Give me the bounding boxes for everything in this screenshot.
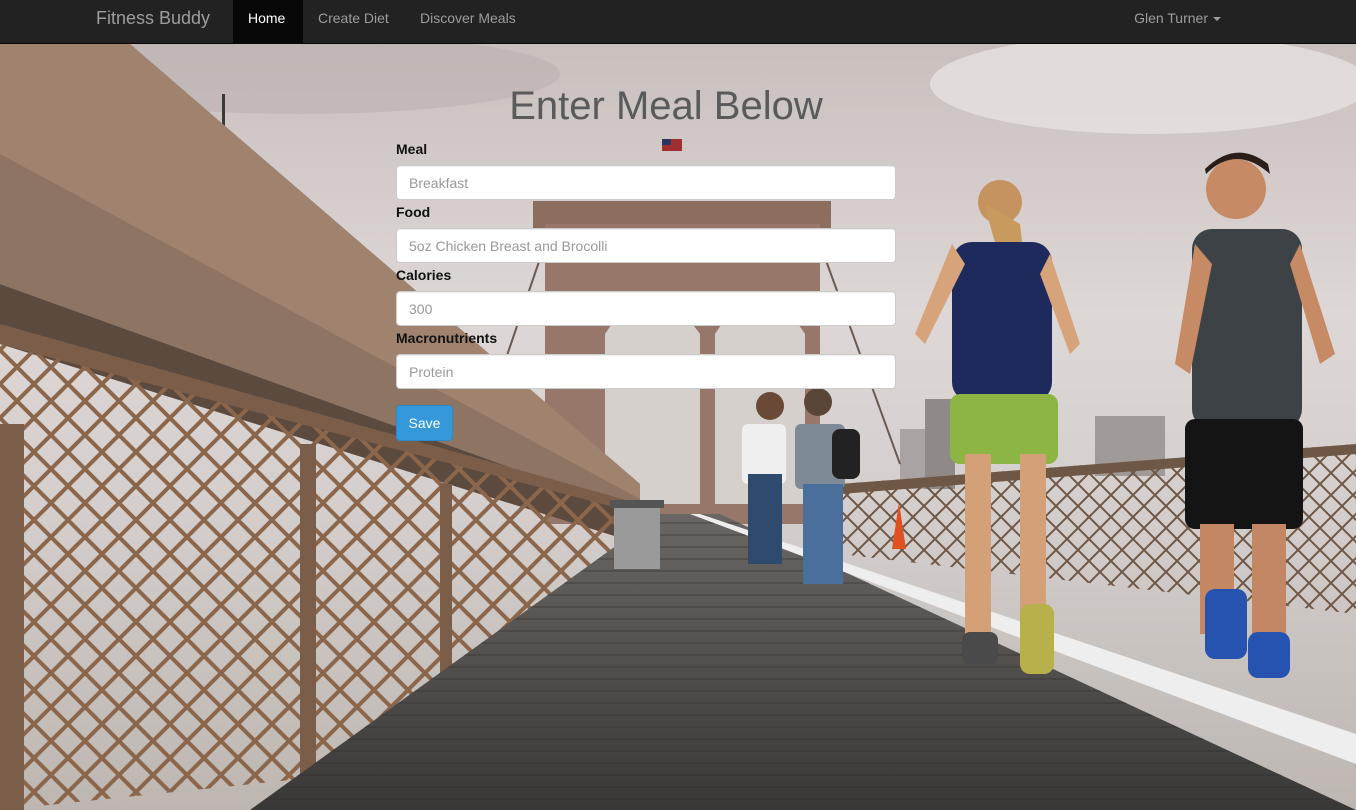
calories-label: Calories (396, 267, 452, 283)
page-title: Enter Meal Below (509, 84, 823, 128)
caret-down-icon (1213, 17, 1221, 22)
nav-discover-meals[interactable]: Discover Meals (405, 0, 533, 43)
page: Fitness Buddy Home Create Diet Discover … (0, 0, 1356, 810)
calories-input[interactable] (396, 291, 896, 326)
nav-create-diet[interactable]: Create Diet (303, 0, 405, 43)
macronutrients-input[interactable] (396, 354, 896, 389)
user-name: Glen Turner (1134, 10, 1208, 26)
brand-link[interactable]: Fitness Buddy (96, 0, 210, 43)
nav-home[interactable]: Home (233, 0, 303, 43)
top-navbar: Fitness Buddy Home Create Diet Discover … (0, 0, 1356, 44)
save-button[interactable]: Save (396, 405, 453, 441)
meal-label: Meal (396, 141, 428, 157)
food-input[interactable] (396, 228, 896, 263)
food-label: Food (396, 204, 431, 220)
meal-input[interactable] (396, 165, 896, 200)
background-photo (0, 44, 1356, 810)
macronutrients-label: Macronutrients (396, 330, 498, 346)
user-menu-dropdown[interactable]: Glen Turner (1134, 0, 1221, 43)
